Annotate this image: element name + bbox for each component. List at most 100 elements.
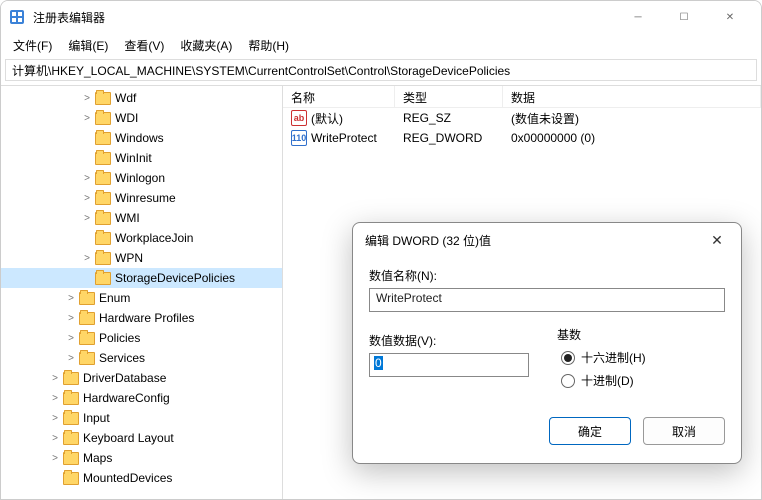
folder-icon (79, 352, 95, 365)
tree-item[interactable]: > Policies (1, 328, 282, 348)
dialog-close-button[interactable]: ✕ (705, 232, 729, 249)
tree-item[interactable]: Windows (1, 128, 282, 148)
tree-item-label: Wdf (115, 91, 136, 105)
tree-twisty-icon[interactable]: > (81, 193, 93, 204)
folder-icon (95, 252, 111, 265)
folder-icon (95, 92, 111, 105)
address-bar[interactable]: 计算机\HKEY_LOCAL_MACHINE\SYSTEM\CurrentCon… (5, 59, 757, 81)
tree-item[interactable]: > Hardware Profiles (1, 308, 282, 328)
menu-favorites[interactable]: 收藏夹(A) (174, 35, 238, 56)
value-type: REG_DWORD (395, 130, 503, 146)
tree-item[interactable]: > Keyboard Layout (1, 428, 282, 448)
tree-twisty-icon[interactable]: > (65, 353, 77, 364)
tree-twisty-icon[interactable]: > (81, 253, 93, 264)
tree-twisty-icon[interactable]: > (65, 293, 77, 304)
window-title: 注册表编辑器 (33, 9, 615, 26)
dword-value-icon: 110 (291, 130, 307, 146)
tree-twisty-icon[interactable]: > (81, 213, 93, 224)
folder-icon (95, 272, 111, 285)
tree-item-label: Policies (99, 331, 140, 345)
tree-item[interactable]: WorkplaceJoin (1, 228, 282, 248)
tree-twisty-icon[interactable]: > (49, 433, 61, 444)
folder-icon (63, 452, 79, 465)
menubar: 文件(F) 编辑(E) 查看(V) 收藏夹(A) 帮助(H) (1, 33, 761, 57)
tree-item[interactable]: > WDI (1, 108, 282, 128)
folder-icon (63, 472, 79, 485)
tree-item-label: Input (83, 411, 110, 425)
tree-item[interactable]: > Winlogon (1, 168, 282, 188)
tree-item-label: WPN (115, 251, 143, 265)
radio-hex-label: 十六进制(H) (581, 349, 646, 366)
tree-twisty-icon[interactable]: > (49, 453, 61, 464)
tree-item[interactable]: >Services (1, 348, 282, 368)
folder-icon (63, 392, 79, 405)
col-name[interactable]: 名称 (283, 86, 395, 107)
tree-item-label: WMI (115, 211, 140, 225)
cancel-button[interactable]: 取消 (643, 417, 725, 445)
tree-item-label: Maps (83, 451, 112, 465)
folder-icon (79, 292, 95, 305)
radio-hex-input[interactable] (561, 351, 575, 365)
tree-panel[interactable]: > Wdf > WDI Windows WinInit > Winlogon >Winresum… (1, 85, 283, 499)
value-data-field[interactable]: 0 (369, 353, 529, 377)
tree-item-label: Hardware Profiles (99, 311, 194, 325)
tree-item-label: StorageDevicePolicies (115, 271, 235, 285)
menu-help[interactable]: 帮助(H) (242, 35, 295, 56)
titlebar: 注册表编辑器 ─ ☐ ✕ (1, 1, 761, 33)
tree-twisty-icon[interactable]: > (49, 413, 61, 424)
tree-item[interactable]: > WMI (1, 208, 282, 228)
ok-button[interactable]: 确定 (549, 417, 631, 445)
radix-label: 基数 (557, 326, 725, 343)
tree-item-label: WorkplaceJoin (115, 231, 193, 245)
tree-twisty-icon[interactable]: > (65, 313, 77, 324)
tree-twisty-icon[interactable]: > (65, 333, 77, 344)
tree-item[interactable]: >HardwareConfig (1, 388, 282, 408)
radio-dec[interactable]: 十进制(D) (561, 372, 725, 389)
minimize-button[interactable]: ─ (615, 1, 661, 33)
radio-hex[interactable]: 十六进制(H) (561, 349, 725, 366)
menu-view[interactable]: 查看(V) (118, 35, 170, 56)
tree-item[interactable]: StorageDevicePolicies (1, 268, 282, 288)
menu-file[interactable]: 文件(F) (7, 35, 58, 56)
folder-icon (79, 332, 95, 345)
tree-item-label: WDI (115, 111, 138, 125)
folder-icon (95, 132, 111, 145)
value-name: (默认) (311, 110, 343, 127)
tree-item[interactable]: >Enum (1, 288, 282, 308)
tree-twisty-icon[interactable]: > (81, 173, 93, 184)
radio-dec-label: 十进制(D) (581, 372, 634, 389)
tree-item[interactable]: > Wdf (1, 88, 282, 108)
tree-item-label: Windows (115, 131, 164, 145)
tree-item-label: Keyboard Layout (83, 431, 174, 445)
list-header: 名称 类型 数据 (283, 86, 761, 108)
folder-icon (95, 112, 111, 125)
tree-twisty-icon[interactable]: > (81, 93, 93, 104)
value-name: WriteProtect (311, 131, 377, 145)
tree-twisty-icon[interactable]: > (81, 113, 93, 124)
list-row[interactable]: 110WriteProtectREG_DWORD0x00000000 (0) (283, 128, 761, 148)
tree-item-label: Winlogon (115, 171, 165, 185)
tree-item[interactable]: MountedDevices (1, 468, 282, 488)
tree-item[interactable]: WinInit (1, 148, 282, 168)
value-name-label: 数值名称(N): (369, 267, 725, 284)
list-row[interactable]: ab(默认)REG_SZ(数值未设置) (283, 108, 761, 128)
folder-icon (95, 152, 111, 165)
tree-item[interactable]: > Maps (1, 448, 282, 468)
close-button[interactable]: ✕ (707, 1, 753, 33)
col-type[interactable]: 类型 (395, 86, 503, 107)
tree-item[interactable]: > WPN (1, 248, 282, 268)
address-text: 计算机\HKEY_LOCAL_MACHINE\SYSTEM\CurrentCon… (12, 62, 510, 79)
tree-twisty-icon[interactable]: > (49, 373, 61, 384)
menu-edit[interactable]: 编辑(E) (62, 35, 114, 56)
tree-item[interactable]: >DriverDatabase (1, 368, 282, 388)
tree-item-label: WinInit (115, 151, 152, 165)
col-data[interactable]: 数据 (503, 86, 761, 107)
maximize-button[interactable]: ☐ (661, 1, 707, 33)
radio-dec-input[interactable] (561, 374, 575, 388)
tree-item[interactable]: >Winresume (1, 188, 282, 208)
value-name-field[interactable]: WriteProtect (369, 288, 725, 312)
folder-icon (63, 432, 79, 445)
tree-twisty-icon[interactable]: > (49, 393, 61, 404)
tree-item[interactable]: > Input (1, 408, 282, 428)
folder-icon (63, 372, 79, 385)
